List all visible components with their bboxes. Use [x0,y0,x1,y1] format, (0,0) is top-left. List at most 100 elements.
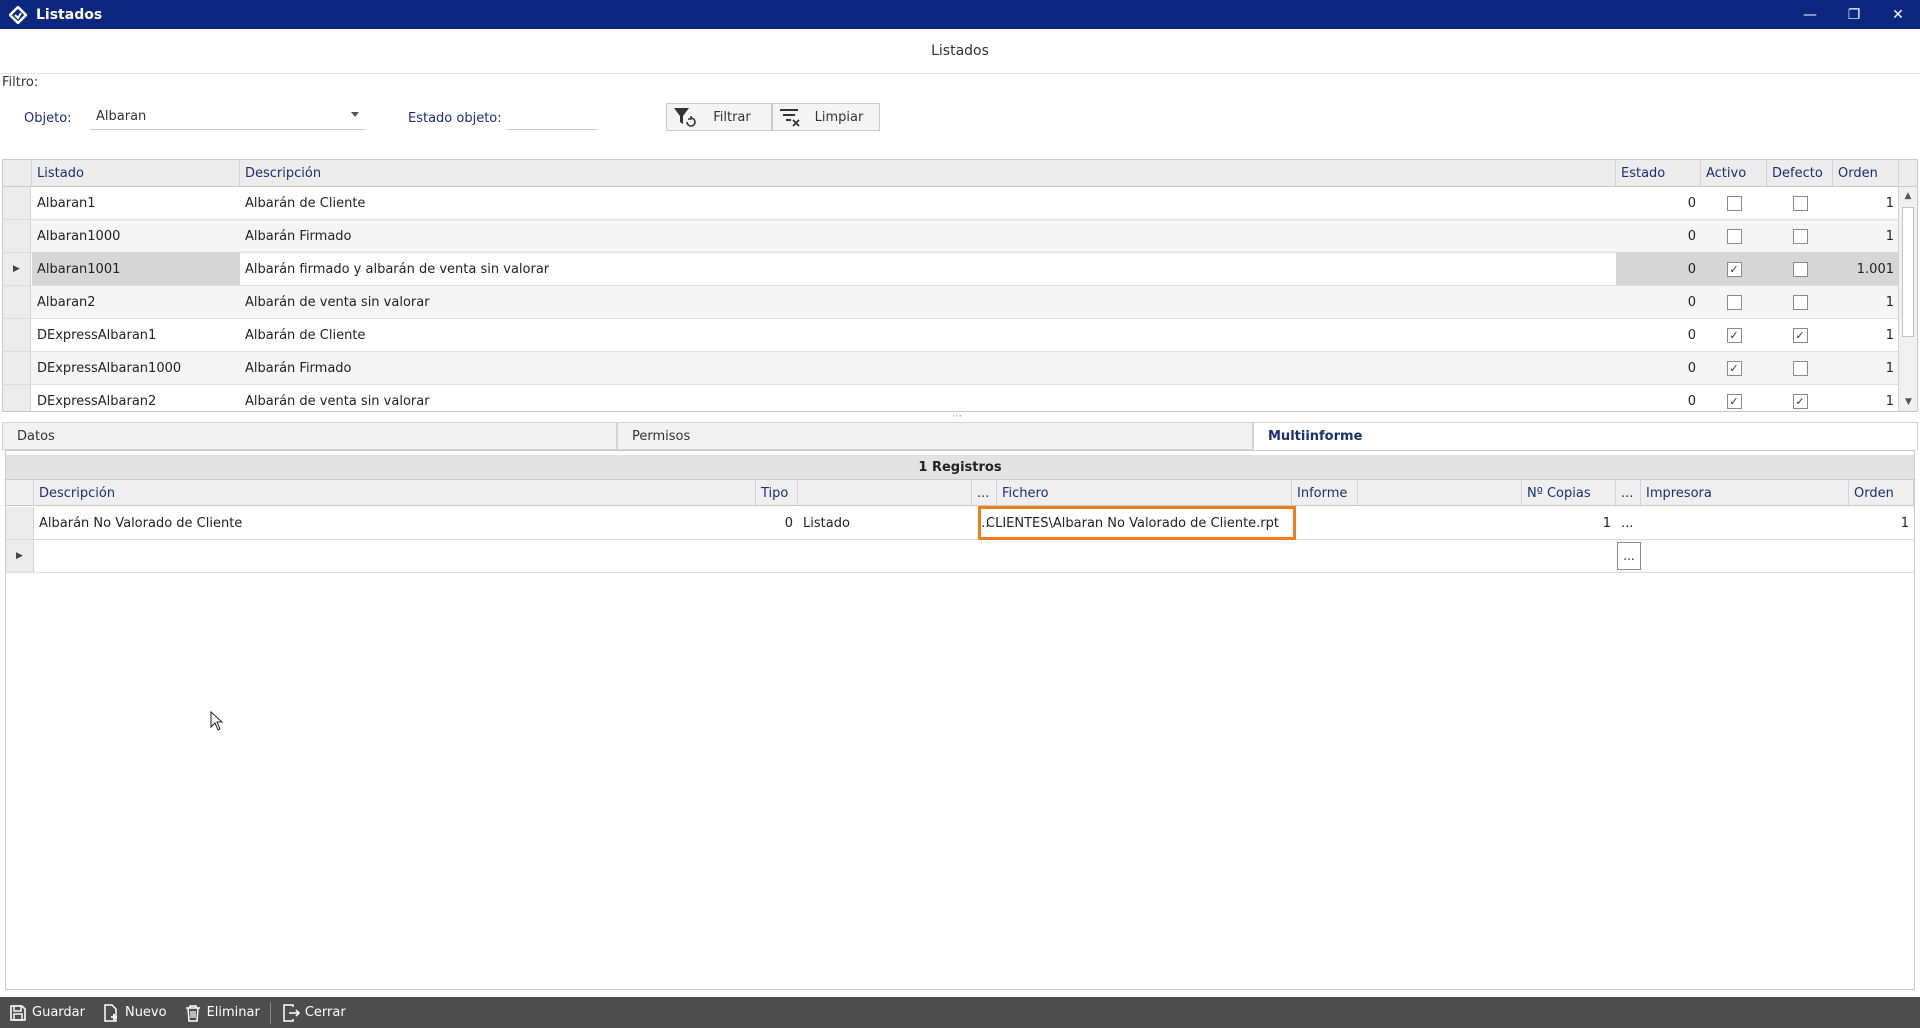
nuevo-button[interactable]: Nuevo [93,997,175,1028]
checkbox-checked-icon[interactable]: ✓ [1726,327,1742,343]
cell-listado[interactable]: Albaran1000 [32,220,240,252]
cell-descripcion[interactable]: Albarán firmado y albarán de venta sin v… [240,253,1616,285]
cell-defecto[interactable] [1767,187,1833,219]
cell-descripcion[interactable]: Albarán de venta sin valorar [240,286,1616,318]
cell-estado[interactable]: 0 [1616,253,1701,285]
table-row[interactable]: Albarán No Valorado de Cliente 0 Listado… [6,506,1914,540]
cell-listado[interactable]: DExpressAlbaran1000 [32,352,240,384]
col-descripcion-header[interactable]: Descripción [240,160,1616,187]
col-fichero-header[interactable]: Fichero [997,480,1292,506]
col-tipo-nombre-header[interactable] [798,480,972,506]
checkbox-icon[interactable] [1792,261,1808,277]
cell-estado[interactable]: 0 [1616,385,1701,411]
cell-ellipsis2-button[interactable]: ... [1616,507,1641,539]
cell-defecto[interactable]: ✓ [1767,319,1833,351]
table-row[interactable]: ▶ Albaran1001 Albarán firmado y albarán de… [3,253,1899,286]
tab-datos[interactable]: Datos [2,422,617,450]
cell-estado[interactable]: 0 [1616,352,1701,384]
col-estado-header[interactable]: Estado [1616,160,1701,187]
cell-listado[interactable]: DExpressAlbaran2 [32,385,240,411]
checkbox-checked-icon[interactable]: ✓ [1726,261,1742,277]
col-orden-header[interactable]: Orden [1849,480,1914,506]
table-row[interactable]: Albaran1000 Albarán Firmado 0 1 [3,220,1899,253]
cell-orden[interactable]: 1 [1833,220,1899,252]
cell-activo[interactable]: ✓ [1701,253,1767,285]
col-blank-header[interactable] [1358,480,1522,506]
cell-defecto[interactable] [1767,352,1833,384]
cell-descripcion[interactable]: Albarán de Cliente [240,319,1616,351]
col-ellipsis2-header[interactable]: ... [1616,480,1641,506]
cell-activo[interactable] [1701,187,1767,219]
checkbox-icon[interactable] [1726,195,1742,211]
cell-informe[interactable] [1296,507,1358,539]
cell-orden[interactable]: 1 [1833,385,1899,411]
cell-orden[interactable]: 1 [1833,286,1899,318]
cell-defecto[interactable] [1767,253,1833,285]
cell-estado[interactable]: 0 [1616,187,1701,219]
estado-objeto-input[interactable] [507,104,597,130]
cell-impresora[interactable] [1641,507,1849,539]
col-copias-header[interactable]: Nº Copias [1522,480,1616,506]
minimize-button[interactable]: — [1788,0,1832,29]
cell-estado[interactable]: 0 [1616,220,1701,252]
col-tipo-header[interactable]: Tipo [756,480,798,506]
tab-permisos[interactable]: Permisos [617,422,1253,450]
cell-descripcion[interactable]: Albarán Firmado [240,220,1616,252]
restore-button[interactable]: ❐ [1832,0,1876,29]
cerrar-button[interactable]: Cerrar [273,997,354,1028]
cell-descripcion[interactable]: Albarán de venta sin valorar [240,385,1616,411]
cell-copias[interactable]: 1 [1522,507,1616,539]
tab-multiinforme[interactable]: Multiinforme [1253,422,1918,450]
cell-listado[interactable]: Albaran2 [32,286,240,318]
guardar-button[interactable]: Guardar [0,997,93,1028]
cell-descripcion[interactable]: Albarán de Cliente [240,187,1616,219]
checkbox-icon[interactable] [1726,228,1742,244]
checkbox-checked-icon[interactable]: ✓ [1792,393,1808,409]
scroll-thumb[interactable] [1902,207,1914,337]
cell-defecto[interactable] [1767,286,1833,318]
cell-orden[interactable]: 1 [1833,352,1899,384]
col-descripcion-header[interactable]: Descripción [34,480,756,506]
new-row-ellipsis-button[interactable]: ... [1617,542,1641,570]
eliminar-button[interactable]: Eliminar [175,997,268,1028]
cell-fichero[interactable]: CLIENTES\Albaran No Valorado de Cliente.… [978,506,1296,540]
checkbox-icon[interactable] [1726,294,1742,310]
cell-estado[interactable]: 0 [1616,319,1701,351]
table-row[interactable]: Albaran2 Albarán de venta sin valorar 0 1 [3,286,1899,319]
cell-defecto[interactable]: ✓ [1767,385,1833,411]
checkbox-icon[interactable] [1792,294,1808,310]
col-informe-header[interactable]: Informe [1292,480,1358,506]
cell-estado[interactable]: 0 [1616,286,1701,318]
cell-activo[interactable] [1701,286,1767,318]
cell-listado[interactable]: Albaran1001 [32,253,240,285]
cell-orden[interactable]: 1 [1833,319,1899,351]
table-row[interactable]: DExpressAlbaran2 Albarán de venta sin val… [3,385,1899,411]
cell-orden[interactable]: 1 [1833,187,1899,219]
cell-activo[interactable]: ✓ [1701,319,1767,351]
cell-orden[interactable]: 1 [1849,507,1914,539]
cell-tipo[interactable]: 0 [756,507,798,539]
cell-descripcion[interactable]: Albarán No Valorado de Cliente [34,507,756,539]
checkbox-checked-icon[interactable]: ✓ [1726,393,1742,409]
cell-listado[interactable]: Albaran1 [32,187,240,219]
splitter-handle[interactable]: ⋯ [952,411,963,422]
col-impresora-header[interactable]: Impresora [1641,480,1849,506]
cell-activo[interactable]: ✓ [1701,385,1767,411]
col-ellipsis-header[interactable]: ... [972,480,997,506]
filtrar-button[interactable]: Filtrar [666,103,772,131]
objeto-select[interactable]: Albaran [90,104,365,130]
cell-orden[interactable]: 1.001 [1833,253,1899,285]
cell-descripcion[interactable]: Albarán Firmado [240,352,1616,384]
col-listado-header[interactable]: Listado [32,160,240,187]
close-button[interactable]: ✕ [1876,0,1920,29]
checkbox-checked-icon[interactable]: ✓ [1792,327,1808,343]
checkbox-icon[interactable] [1792,195,1808,211]
limpiar-button[interactable]: Limpiar [772,103,880,131]
scroll-down-icon[interactable]: ▼ [1899,393,1917,411]
checkbox-checked-icon[interactable]: ✓ [1726,360,1742,376]
cell-activo[interactable] [1701,220,1767,252]
table-row[interactable]: DExpressAlbaran1 Albarán de Cliente 0 ✓ ✓ 1 [3,319,1899,352]
table-row[interactable]: DExpressAlbaran1000 Albarán Firmado 0 ✓ 1 [3,352,1899,385]
checkbox-icon[interactable] [1792,228,1808,244]
col-activo-header[interactable]: Activo [1701,160,1767,187]
